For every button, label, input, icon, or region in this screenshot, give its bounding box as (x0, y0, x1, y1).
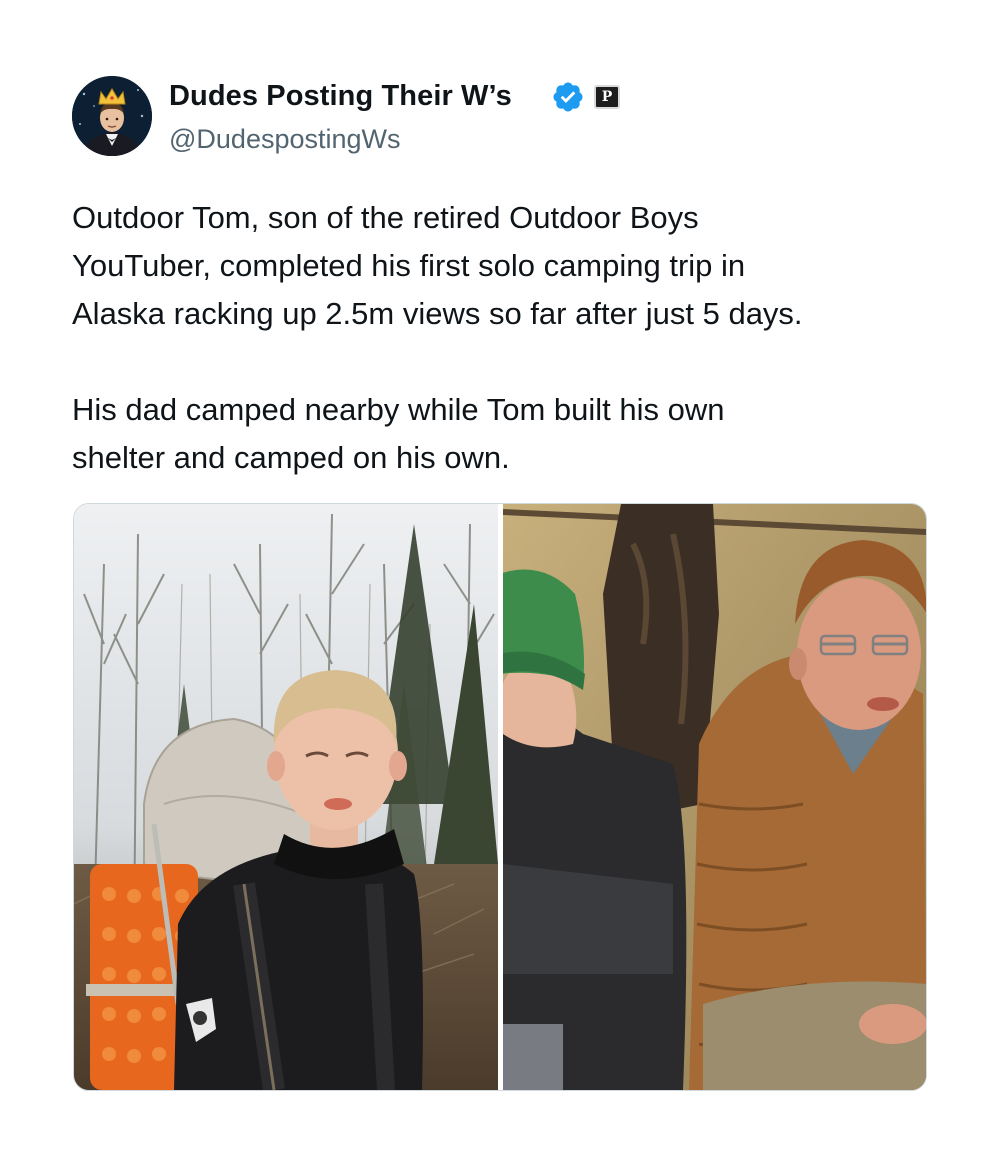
author-handle[interactable]: @DudespostingWs (169, 124, 401, 155)
photo-tent-image (503, 504, 926, 1090)
avatar-image (72, 76, 152, 156)
photo-father-and-son-in-tent[interactable] (503, 504, 926, 1090)
tweet-text-line: Outdoor Tom, son of the retired Outdoor … (72, 200, 699, 235)
media-grid (73, 503, 927, 1091)
p-badge-icon: P (594, 85, 620, 109)
tweet-card: Dudes Posting Their W’s P @DudespostingW… (0, 0, 1000, 1164)
tweet-text: Outdoor Tom, son of the retired Outdoor … (72, 194, 952, 482)
author-avatar[interactable] (72, 76, 152, 156)
tweet-text-line: His dad camped nearby while Tom built hi… (72, 392, 725, 427)
author-display-name[interactable]: Dudes Posting Their W’s (169, 80, 512, 113)
verified-badge-icon (553, 82, 583, 112)
tweet-text-line: YouTuber, completed his first solo campi… (72, 248, 746, 283)
photo-boy-image (74, 504, 498, 1090)
photo-boy-with-backpack-in-forest[interactable] (74, 504, 498, 1090)
tweet-text-line: Alaska racking up 2.5m views so far afte… (72, 296, 803, 331)
tweet-text-line: shelter and camped on his own. (72, 440, 510, 475)
